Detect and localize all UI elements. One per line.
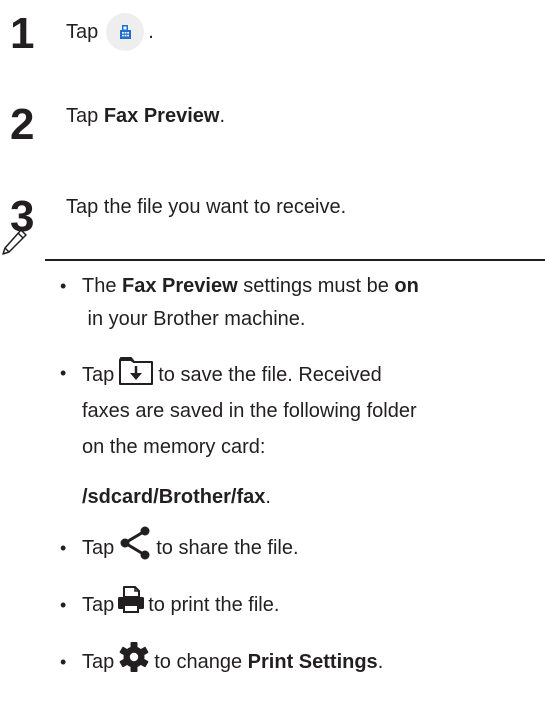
step-1-prefix: Tap <box>66 21 99 43</box>
note-2-pre: Tap <box>82 363 115 386</box>
print-icon[interactable] <box>116 585 146 626</box>
note-2-line-1: Tap to save the file. Received <box>82 356 542 393</box>
step-text-3: Tap the file you want to receive. <box>66 196 347 218</box>
bullet-dot: • <box>60 538 67 558</box>
note-1-bold-1: Fax Preview <box>122 275 238 297</box>
note-2-line-2: faxes are saved in the following folder <box>82 400 417 422</box>
bullet-dot: • <box>60 595 67 615</box>
step-2-bold: Fax Preview <box>103 105 220 127</box>
pencil-icon <box>0 227 30 266</box>
note-divider <box>45 259 545 261</box>
gear-icon[interactable] <box>118 641 150 684</box>
note-2-path-suffix: . <box>265 486 271 508</box>
note-5-content: Tap to change Print Settings . <box>82 642 542 679</box>
save-icon[interactable] <box>118 354 154 397</box>
note-2-path: /sdcard/Brother/fax. <box>82 479 542 515</box>
note-3-pre: Tap <box>82 537 115 559</box>
note-1-pre: The <box>82 275 123 297</box>
bullet-dot: • <box>60 363 67 383</box>
step-1-suffix: . <box>148 21 154 43</box>
note-4-content: Tap to print the file. <box>82 586 542 622</box>
note-5-post: to change <box>154 651 248 673</box>
note-2-post: to save the file. Received <box>158 363 382 386</box>
note-4-post: to print the file. <box>148 594 280 616</box>
fax-app-icon[interactable] <box>106 13 145 51</box>
step-number-1: 1 <box>10 9 35 58</box>
note-1-content: The Fax Preview settings must be on in y… <box>82 270 542 336</box>
share-icon[interactable] <box>118 526 152 571</box>
note-1-mid: settings must be <box>237 275 395 297</box>
note-3-post: to share the file. <box>156 537 299 559</box>
step-2-suffix: . <box>219 105 225 127</box>
step-text-2: Tap Fax Preview . <box>66 104 225 128</box>
bullet-dot: • <box>60 652 67 672</box>
step-number-2: 2 <box>10 100 35 149</box>
sdcard-path: /sdcard/Brother/fax <box>82 486 266 508</box>
note-5-suffix: . <box>377 651 384 673</box>
note-5-pre: Tap <box>82 651 115 673</box>
note-4-pre: Tap <box>82 594 115 616</box>
bullet-dot: • <box>60 276 67 296</box>
step-text-1: Tap . <box>66 13 154 51</box>
note-1-post: in your Brother machine. <box>82 308 306 330</box>
step-2-prefix: Tap <box>66 105 104 127</box>
note-3-content: Tap to share the file. <box>82 526 542 565</box>
print-settings-label: Print Settings <box>247 651 378 673</box>
note-2-line-3: on the memory card: <box>82 436 266 458</box>
note-1-bold-2: on <box>394 275 419 297</box>
note-2-content: Tap to save the file. Received faxes are… <box>82 356 542 515</box>
